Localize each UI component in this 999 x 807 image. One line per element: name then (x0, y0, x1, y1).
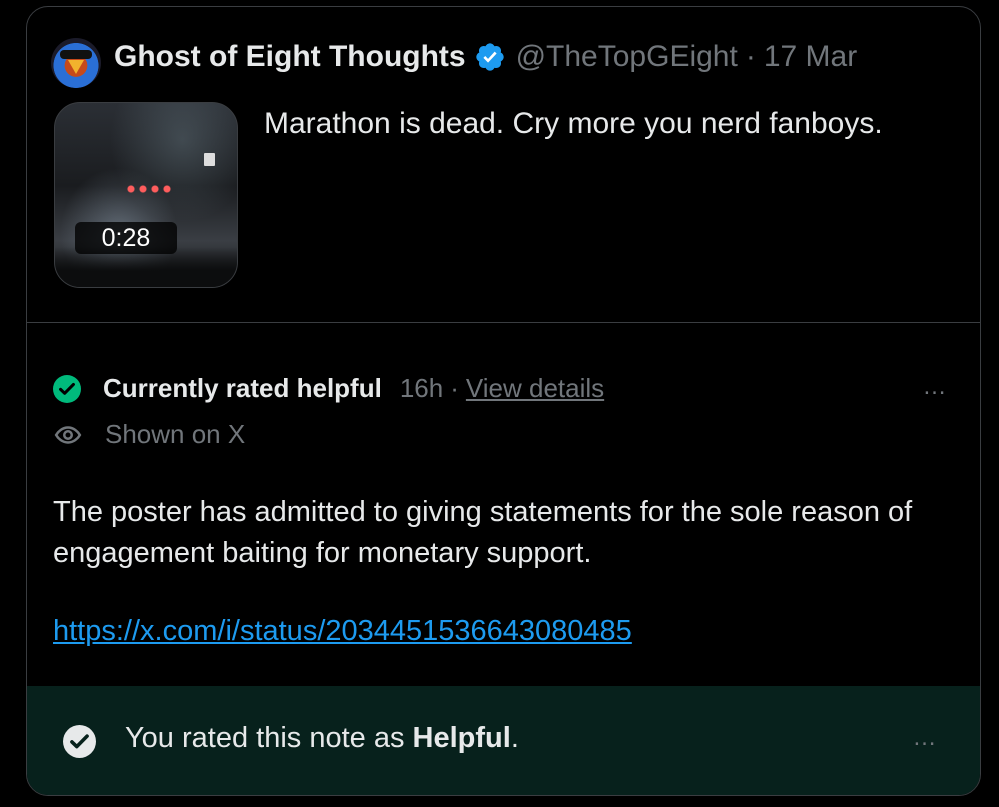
more-horizontal-icon[interactable]: … (917, 375, 953, 399)
video-thumbnail[interactable]: 0:28 (54, 102, 238, 288)
user-rating-bar: You rated this note as Helpful. … (27, 686, 980, 795)
author-handle[interactable]: @TheTopGEight (516, 40, 738, 74)
shown-on-x-row: Shown on X (53, 419, 245, 450)
note-source-link[interactable]: https://x.com/i/status/20344515366430804… (53, 615, 632, 648)
more-horizontal-icon[interactable]: … (907, 726, 943, 750)
view-details-link[interactable]: View details (466, 373, 604, 404)
community-note: Currently rated helpful 16h · View detai… (27, 323, 980, 686)
status-separator: · (450, 373, 459, 403)
verified-badge-icon (474, 41, 506, 73)
rating-prefix: You rated this note as (125, 722, 413, 754)
quoted-tweet[interactable]: Ghost of Eight Thoughts @TheTopGEight · … (27, 7, 980, 323)
note-status-label: Currently rated helpful (103, 373, 382, 403)
header-separator: · (745, 40, 756, 73)
video-duration-badge: 0:28 (75, 222, 177, 254)
thumbnail-lights (125, 185, 175, 193)
eye-icon (54, 425, 82, 444)
note-body-text: The poster has admitted to giving statem… (53, 496, 913, 569)
tweet-header: Ghost of Eight Thoughts @TheTopGEight · … (114, 40, 857, 74)
author-name[interactable]: Ghost of Eight Thoughts (114, 40, 466, 74)
shown-on-x-label: Shown on X (105, 419, 246, 449)
tweet-text: Marathon is dead. Cry more you nerd fanb… (264, 107, 883, 140)
note-card: Ghost of Eight Thoughts @TheTopGEight · … (26, 6, 981, 796)
thumbnail-sign (204, 153, 215, 166)
rating-suffix: . (510, 722, 519, 754)
avatar-shades (60, 50, 92, 59)
check-circle-icon (63, 725, 96, 758)
note-status-row: Currently rated helpful 16h · View detai… (53, 373, 604, 404)
check-circle-icon (53, 374, 81, 403)
tweet-date[interactable]: 17 Mar (764, 40, 857, 74)
user-rating-text: You rated this note as Helpful. (125, 722, 519, 755)
author-avatar[interactable] (51, 38, 101, 88)
rating-value: Helpful (412, 722, 511, 754)
note-status-time: 16h (399, 373, 444, 403)
avatar-beak (68, 60, 84, 74)
